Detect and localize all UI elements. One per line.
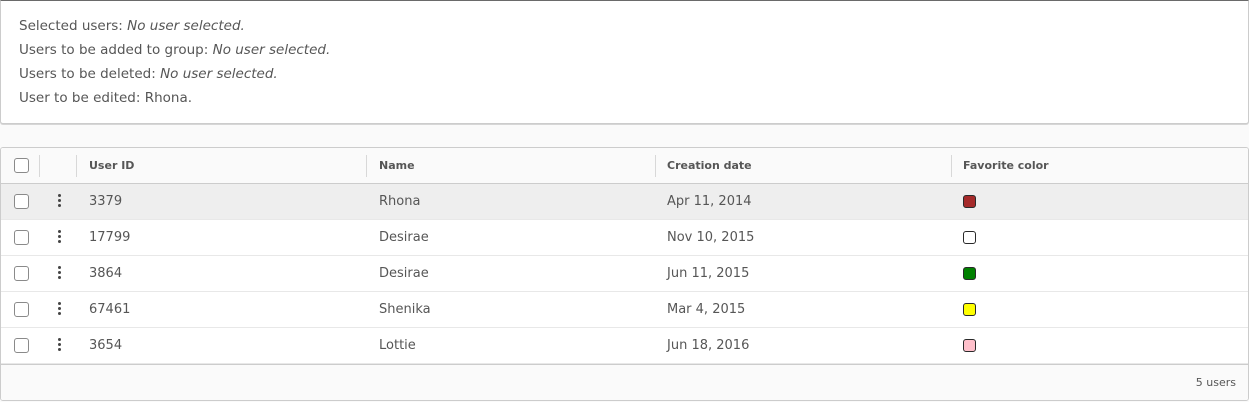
row-actions-kebab-icon[interactable]	[53, 265, 67, 281]
datagrid-header: User ID Name Creation date Favorite colo…	[1, 148, 1248, 184]
table-row[interactable]: 3379 Rhona Apr 11, 2014	[1, 184, 1248, 220]
cell-creation-date: Jun 11, 2015	[667, 266, 750, 281]
cell-creation-date: Jun 18, 2016	[667, 338, 750, 353]
cell-creation-date: Apr 11, 2014	[667, 194, 752, 209]
cell-user-id: 17799	[89, 230, 131, 245]
column-header-creation-date[interactable]: Creation date	[667, 148, 752, 183]
column-separator	[39, 155, 40, 177]
user-count: 5 users	[1195, 376, 1236, 389]
cell-name: Desirae	[379, 230, 429, 245]
cell-name: Desirae	[379, 266, 429, 281]
selected-users-value: No user selected.	[127, 18, 245, 34]
favorite-color-swatch	[963, 303, 976, 316]
users-to-delete-line: Users to be deleted: No user selected.	[19, 66, 278, 82]
column-separator[interactable]	[366, 155, 367, 177]
datagrid-footer: 5 users	[1, 364, 1248, 400]
column-header-name[interactable]: Name	[379, 148, 415, 183]
table-row[interactable]: 67461 Shenika Mar 4, 2015	[1, 292, 1248, 328]
row-select-checkbox[interactable]	[14, 266, 29, 281]
user-to-edit-label: User to be edited:	[19, 90, 141, 106]
selected-users-label: Selected users:	[19, 18, 123, 34]
favorite-color-swatch	[963, 339, 976, 352]
row-select-checkbox[interactable]	[14, 194, 29, 209]
users-to-delete-value: No user selected.	[160, 66, 278, 82]
column-header-user-id[interactable]: User ID	[89, 148, 134, 183]
column-separator[interactable]	[655, 155, 656, 177]
user-to-edit-value: Rhona.	[144, 90, 193, 106]
select-all-checkbox[interactable]	[14, 158, 29, 173]
row-select-checkbox[interactable]	[14, 338, 29, 353]
favorite-color-swatch	[963, 231, 976, 244]
cell-user-id: 3864	[89, 266, 123, 281]
cell-user-id: 3654	[89, 338, 123, 353]
user-to-edit-line: User to be edited: Rhona.	[19, 90, 192, 106]
table-row[interactable]: 3864 Desirae Jun 11, 2015	[1, 256, 1248, 292]
users-datagrid: User ID Name Creation date Favorite colo…	[0, 147, 1249, 401]
table-row[interactable]: 17799 Desirae Nov 10, 2015	[1, 220, 1248, 256]
row-actions-kebab-icon[interactable]	[53, 301, 67, 317]
column-separator	[76, 155, 77, 177]
users-to-add-value: No user selected.	[212, 42, 331, 58]
cell-user-id: 67461	[89, 302, 131, 317]
cell-name: Lottie	[379, 338, 416, 353]
row-select-checkbox[interactable]	[14, 302, 29, 317]
column-header-favorite-color[interactable]: Favorite color	[963, 148, 1049, 183]
cell-creation-date: Mar 4, 2015	[667, 302, 746, 317]
cell-name: Shenika	[379, 302, 431, 317]
favorite-color-swatch	[963, 195, 976, 208]
selection-info-panel: Selected users: No user selected. Users …	[0, 0, 1249, 124]
row-actions-kebab-icon[interactable]	[53, 229, 67, 245]
cell-name: Rhona	[379, 194, 421, 209]
users-to-delete-label: Users to be deleted:	[19, 66, 156, 82]
column-separator[interactable]	[951, 155, 952, 177]
users-to-add-label: Users to be added to group:	[19, 42, 209, 58]
selected-users-line: Selected users: No user selected.	[19, 18, 245, 34]
table-row[interactable]: 3654 Lottie Jun 18, 2016	[1, 328, 1248, 364]
row-select-checkbox[interactable]	[14, 230, 29, 245]
cell-creation-date: Nov 10, 2015	[667, 230, 755, 245]
row-actions-kebab-icon[interactable]	[53, 193, 67, 209]
cell-user-id: 3379	[89, 194, 123, 209]
favorite-color-swatch	[963, 267, 976, 280]
users-to-add-line: Users to be added to group: No user sele…	[19, 42, 330, 58]
row-actions-kebab-icon[interactable]	[53, 337, 67, 353]
